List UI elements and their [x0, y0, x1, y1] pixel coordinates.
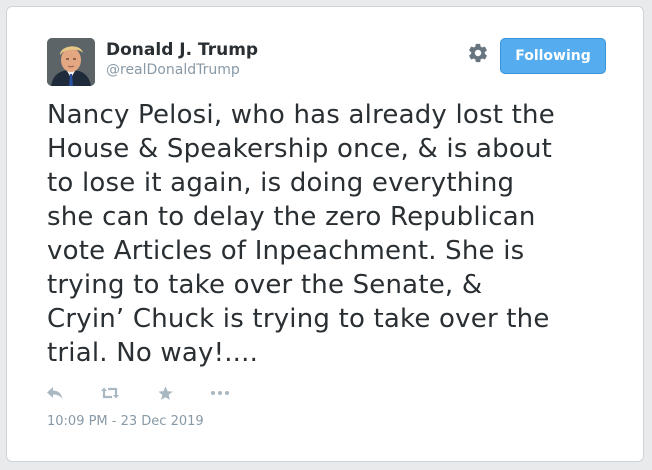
tweet-text-line: trial. No way!....	[47, 338, 259, 368]
favorite-icon[interactable]	[155, 383, 175, 403]
screen-name[interactable]: @realDonaldTrump	[106, 62, 240, 78]
avatar[interactable]	[47, 38, 95, 86]
reply-icon[interactable]	[45, 383, 65, 403]
tweet-text-line: to lose it again, is doing everything	[47, 168, 515, 198]
tweet-actions	[45, 383, 265, 403]
gear-icon[interactable]	[467, 42, 489, 64]
tweet-text-line: Nancy Pelosi, who has already lost the	[47, 100, 555, 130]
tweet-card: Donald J. Trump @realDonaldTrump Followi…	[6, 6, 644, 462]
tweet-text-line: she can to delay the zero Republican	[47, 202, 536, 232]
more-icon[interactable]	[210, 383, 230, 403]
following-button[interactable]: Following	[500, 38, 606, 74]
tweet-text-line: Cryin’ Chuck is trying to take over the	[47, 304, 550, 334]
tweet-text-line: trying to take over the Senate, &	[47, 270, 483, 300]
tweet-text-line: House & Speakership once, & is about	[47, 134, 553, 164]
tweet-text-line: vote Articles of Inpeachment. She is	[47, 236, 525, 266]
profile-photo-icon	[47, 38, 95, 86]
timestamp[interactable]: 10:09 PM - 23 Dec 2019	[47, 414, 204, 429]
retweet-icon[interactable]	[100, 383, 120, 403]
display-name[interactable]: Donald J. Trump	[106, 40, 258, 60]
tweet-text: Nancy Pelosi, who has already lost the H…	[47, 98, 617, 370]
